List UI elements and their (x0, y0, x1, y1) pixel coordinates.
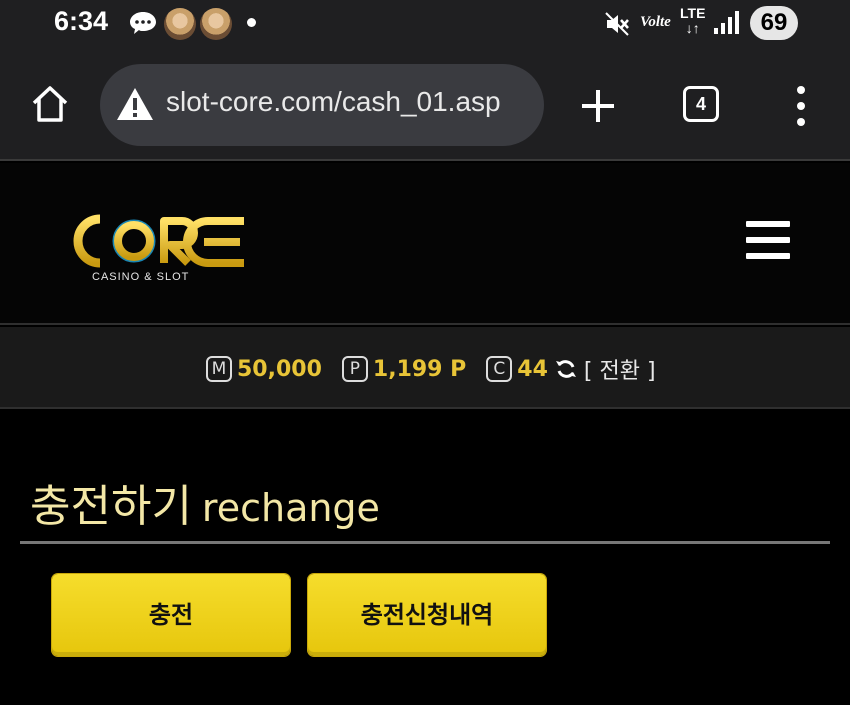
volte-label: Volte (640, 14, 671, 30)
point-value: 1,199 P (372, 356, 467, 382)
chat-bubble-icon (130, 12, 156, 34)
page-title-korean: 충전하기 (30, 481, 192, 532)
page-title-english: rechange (201, 486, 380, 530)
new-tab-plus-icon[interactable] (580, 88, 616, 124)
money-value: 50,000 (237, 356, 322, 382)
avatar-icon (200, 8, 232, 40)
title-divider (20, 541, 830, 544)
coin-value: 44 (517, 356, 548, 382)
signal-icon (714, 11, 739, 34)
point-badge: P (341, 356, 368, 382)
address-bar[interactable]: slot-core.com/cash_01.asp (100, 64, 544, 146)
network-type-label: LTE (680, 5, 706, 21)
money-badge: M (206, 356, 232, 382)
browser-toolbar: slot-core.com/cash_01.asp 4 (0, 48, 850, 161)
site-header: CASINO & SLOT (0, 163, 850, 325)
warning-icon[interactable] (116, 86, 154, 122)
status-bar: 6:34 Volte LTE ↓↑ 69 (0, 0, 850, 48)
data-arrows-icon: ↓↑ (685, 20, 700, 36)
battery-indicator: 69 (750, 6, 798, 40)
balance-row: M 50,000 P 1,199 P C 44 [ 전환 ] (206, 353, 656, 385)
charge-history-button[interactable]: 충전신청내역 (308, 574, 546, 656)
switch-link[interactable]: [ 전환 ] (584, 353, 656, 385)
avatar-icon (164, 8, 196, 40)
notification-dot-icon (247, 18, 256, 27)
url-text[interactable]: slot-core.com/cash_01.asp (166, 86, 501, 118)
network-type: LTE ↓↑ (680, 6, 705, 36)
site-logo[interactable]: CASINO & SLOT (62, 207, 252, 287)
home-icon[interactable] (28, 82, 72, 126)
hamburger-icon[interactable] (746, 221, 790, 259)
charge-button[interactable]: 충전 (52, 574, 290, 656)
mute-icon (605, 12, 629, 36)
logo-subtext: CASINO & SLOT (92, 271, 189, 283)
more-icon[interactable] (790, 84, 812, 128)
refresh-icon[interactable] (554, 357, 578, 381)
coin-badge: C (486, 356, 513, 382)
tab-switcher-button[interactable]: 4 (683, 86, 719, 122)
page-title: 충전하기 rechange (30, 470, 380, 534)
status-time: 6:34 (54, 6, 109, 36)
balance-bar: M 50,000 P 1,199 P C 44 [ 전환 ] (0, 327, 850, 409)
